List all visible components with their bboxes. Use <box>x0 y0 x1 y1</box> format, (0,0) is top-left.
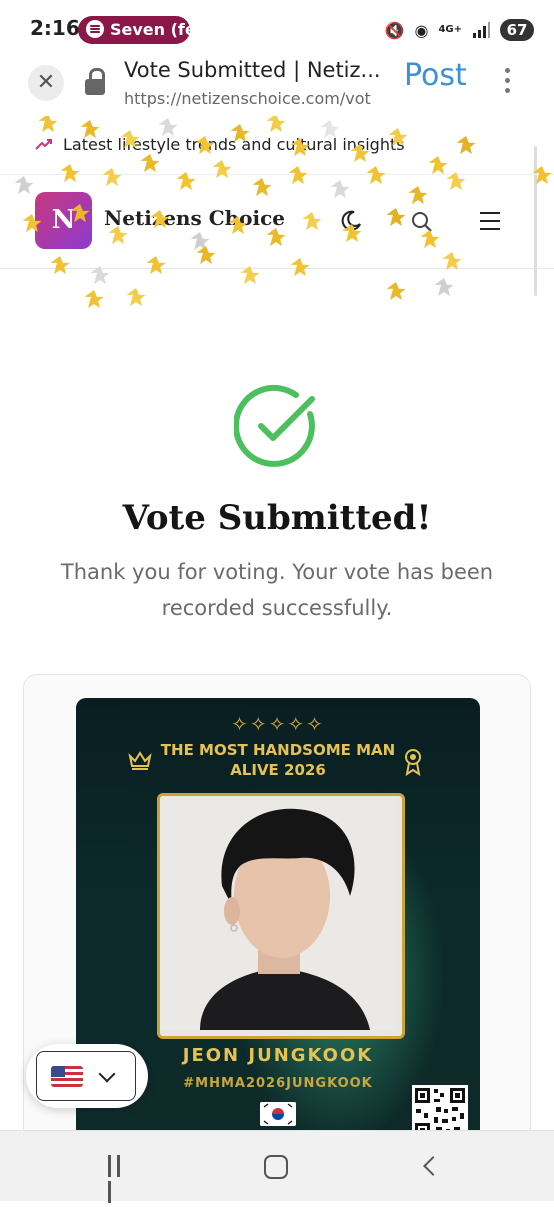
mute-icon: 🔇 <box>384 20 405 40</box>
recent-apps-button[interactable] <box>108 1155 132 1203</box>
close-tab-button[interactable]: ✕ <box>28 65 64 101</box>
ticker-text[interactable]: Latest lifestyle trends and cultural ins… <box>63 135 405 154</box>
qr-code <box>412 1085 468 1130</box>
signal-icon <box>473 22 490 38</box>
close-icon: ✕ <box>36 70 56 95</box>
korea-flag-icon <box>260 1102 296 1126</box>
network-type: 4G+ <box>438 24 462 35</box>
language-selector[interactable] <box>26 1044 148 1108</box>
spotify-icon <box>86 20 104 38</box>
site-header: N Netizens Choice <box>0 174 554 269</box>
chevron-down-icon <box>98 1065 116 1083</box>
site-logo[interactable]: N <box>35 192 92 249</box>
vote-message: Thank you for voting. Your vote has been… <box>60 560 494 620</box>
nominee-photo <box>157 793 405 1039</box>
browser-toolbar: ✕ Vote Submitted | Netiz... https://neti… <box>0 58 554 116</box>
sparkle-icons: ✧✧✧✧✧ <box>231 712 325 736</box>
clock: 2:16 <box>30 16 80 40</box>
award-icon <box>405 749 421 776</box>
page-title[interactable]: Vote Submitted | Netiz... <box>124 58 384 82</box>
ticker-bar: Latest lifestyle trends and cultural ins… <box>0 116 554 175</box>
menu-icon[interactable] <box>480 212 500 230</box>
trending-icon <box>35 139 52 150</box>
status-bar: 2:16 Seven (fe 🔇 ◉ 4G+ 67 <box>0 0 554 58</box>
vote-heading: Vote Submitted! <box>122 498 432 538</box>
hotspot-icon: ◉ <box>414 20 429 40</box>
search-icon[interactable] <box>410 210 434 234</box>
now-playing-pill[interactable]: Seven (fe <box>78 16 190 44</box>
more-options-icon[interactable] <box>500 68 514 98</box>
system-nav-bar <box>0 1130 554 1203</box>
now-playing-label: Seven (fe <box>110 20 190 39</box>
battery-indicator: 67 <box>500 19 534 41</box>
lock-icon[interactable] <box>85 68 107 96</box>
brand-name[interactable]: Netizens Choice <box>104 206 285 230</box>
url-text[interactable]: https://netizenschoice.com/vot <box>124 89 386 108</box>
success-check-icon <box>234 384 315 467</box>
dark-mode-icon[interactable] <box>340 210 362 232</box>
poster-title: THE MOST HANDSOME MAN ALIVE 2026 <box>160 741 396 779</box>
language-dropdown[interactable] <box>36 1051 136 1101</box>
system-icons: 🔇 ◉ 4G+ 67 <box>385 16 534 44</box>
us-flag-icon <box>51 1066 83 1087</box>
post-button[interactable]: Post <box>404 58 467 93</box>
back-button[interactable] <box>423 1156 443 1176</box>
crown-icon <box>128 751 152 770</box>
web-content: Latest lifestyle trends and cultural ins… <box>0 116 554 1130</box>
home-button[interactable] <box>264 1155 288 1179</box>
